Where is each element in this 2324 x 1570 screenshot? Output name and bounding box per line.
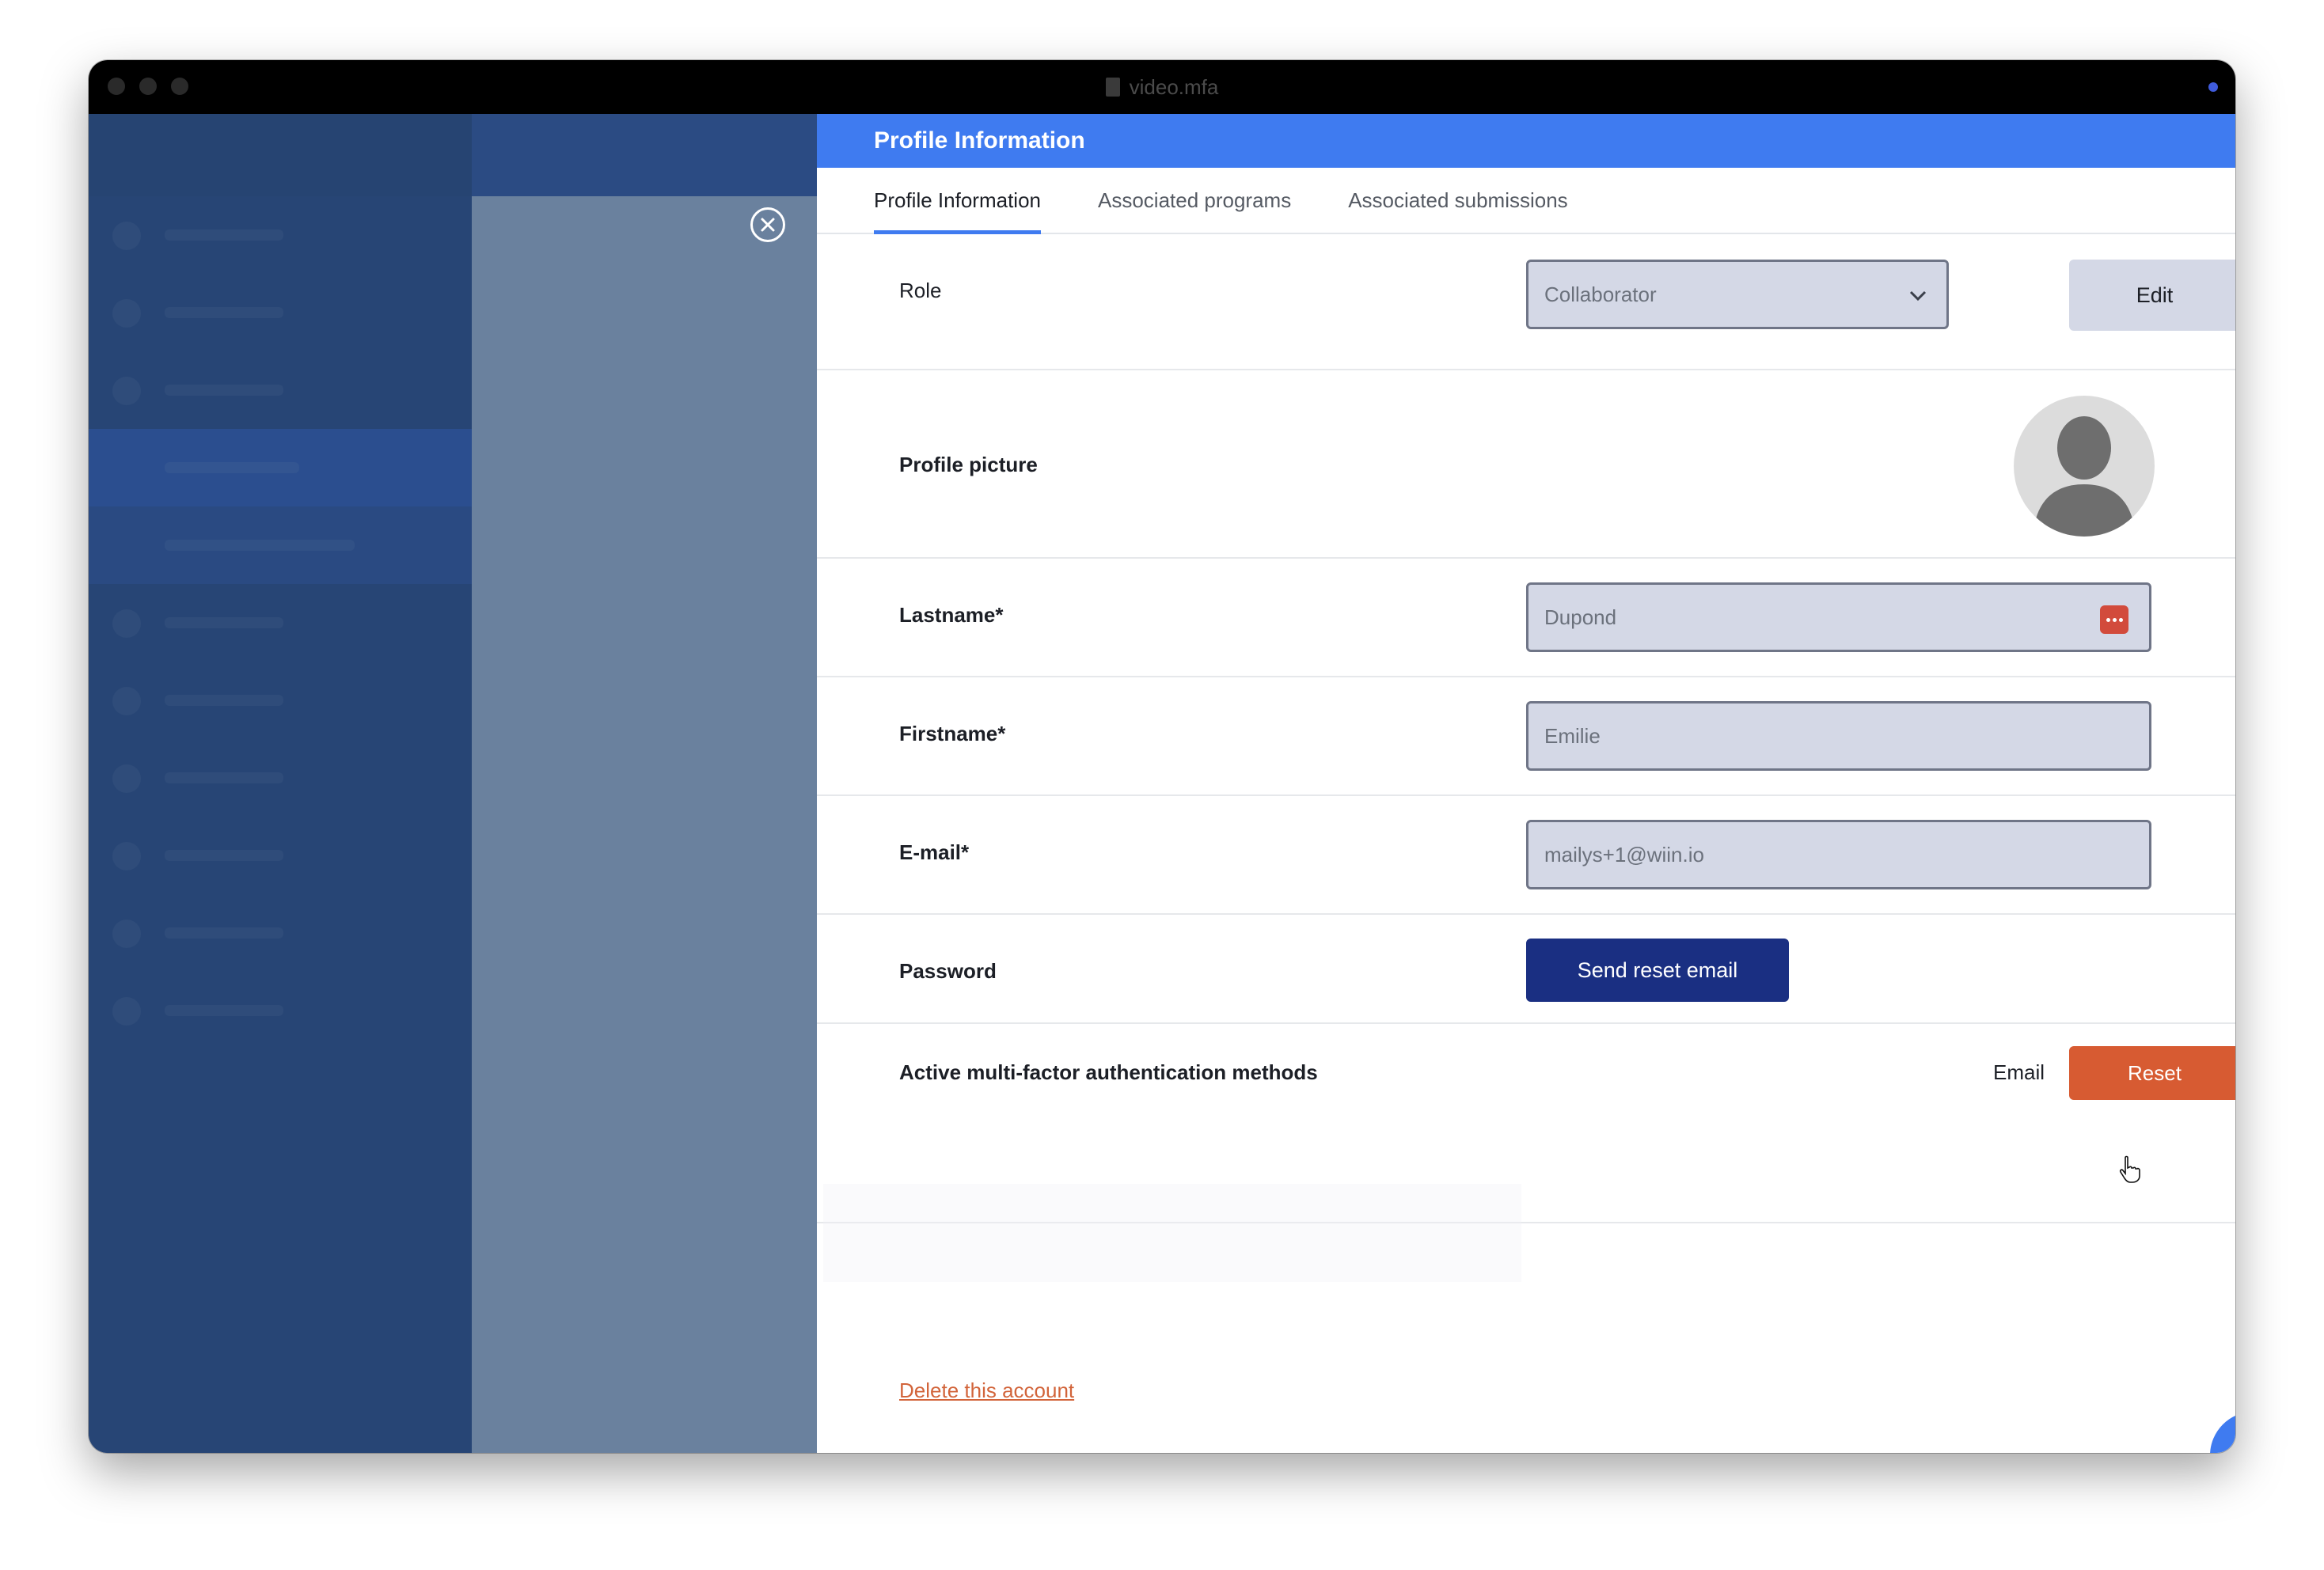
password-label: Password <box>899 959 997 983</box>
person-silhouette-icon <box>2033 416 2136 537</box>
role-select[interactable]: Collaborator <box>1526 260 1949 329</box>
drawer-title: Profile Information <box>817 114 2235 168</box>
send-reset-email-button[interactable]: Send reset email <box>1526 939 1789 1002</box>
lightbulb-icon <box>2233 1435 2235 1453</box>
role-label: Role <box>899 279 942 302</box>
pointer-cursor-icon <box>2119 1155 2140 1183</box>
minimize-window-icon[interactable] <box>139 78 157 95</box>
mfa-label: Active multi-factor authentication metho… <box>899 1060 1318 1084</box>
tab-associated-submissions[interactable]: Associated submissions <box>1348 168 1567 233</box>
reset-mfa-button[interactable]: Reset <box>2069 1046 2235 1100</box>
password-row: Password Send reset email <box>817 915 2235 1024</box>
close-circle-icon <box>761 218 775 232</box>
lastname-input[interactable]: Dupond <box>1526 582 2151 652</box>
firstname-value: Emilie <box>1544 723 1601 748</box>
email-label: E-mail* <box>899 840 970 864</box>
chevron-down-icon <box>1909 290 1927 301</box>
close-drawer-button[interactable] <box>750 207 785 242</box>
lastname-value: Dupond <box>1544 605 1617 629</box>
faded-video-controls <box>823 1184 1521 1282</box>
window-controls <box>108 78 188 95</box>
edit-role-button[interactable]: Edit <box>2069 260 2235 331</box>
profile-picture-row: Profile picture <box>817 370 2235 559</box>
lastname-row: Lastname* Dupond <box>817 559 2235 677</box>
maximize-window-icon[interactable] <box>171 78 188 95</box>
avatar[interactable] <box>2014 396 2155 537</box>
firstname-input[interactable]: Emilie <box>1526 701 2151 771</box>
help-button[interactable] <box>2210 1412 2235 1453</box>
edit-label: Edit <box>2136 283 2174 307</box>
recording-dot-icon <box>2208 82 2218 92</box>
tab-profile-information[interactable]: Profile Information <box>874 168 1041 234</box>
email-row: E-mail* mailys+1@wiin.io <box>817 796 2235 915</box>
tab-label: Associated programs <box>1097 188 1292 212</box>
tab-label: Associated submissions <box>1348 188 1568 212</box>
app-window: video.mfa Profile Information Profile In… <box>89 60 2235 1453</box>
role-row: Role Collaborator Edit <box>817 234 2235 370</box>
send-reset-email-label: Send reset email <box>1577 958 1738 982</box>
role-value: Collaborator <box>1544 282 1657 306</box>
email-value: mailys+1@wiin.io <box>1544 842 1704 867</box>
profile-drawer: Profile Information Profile Information … <box>817 114 2235 1453</box>
firstname-row: Firstname* Emilie <box>817 677 2235 796</box>
lastname-label: Lastname* <box>899 603 1004 627</box>
background-app <box>89 114 817 1453</box>
window-title: video.mfa <box>1129 74 1219 99</box>
email-input[interactable]: mailys+1@wiin.io <box>1526 820 2151 889</box>
document-icon <box>1105 78 1120 97</box>
mfa-method: Email <box>1993 1060 2045 1084</box>
tab-associated-programs[interactable]: Associated programs <box>1098 168 1291 233</box>
reset-label: Reset <box>2128 1060 2182 1085</box>
profile-picture-label: Profile picture <box>899 453 1038 476</box>
delete-account-link[interactable]: Delete this account <box>899 1378 1074 1403</box>
tab-bar: Profile Information Associated programs … <box>817 168 2235 234</box>
password-manager-icon[interactable] <box>2100 605 2128 634</box>
modal-overlay[interactable] <box>89 114 817 1453</box>
tab-label: Profile Information <box>874 188 1041 212</box>
firstname-label: Firstname* <box>899 722 1006 745</box>
close-window-icon[interactable] <box>108 78 125 95</box>
title-bar: video.mfa <box>89 60 2235 114</box>
